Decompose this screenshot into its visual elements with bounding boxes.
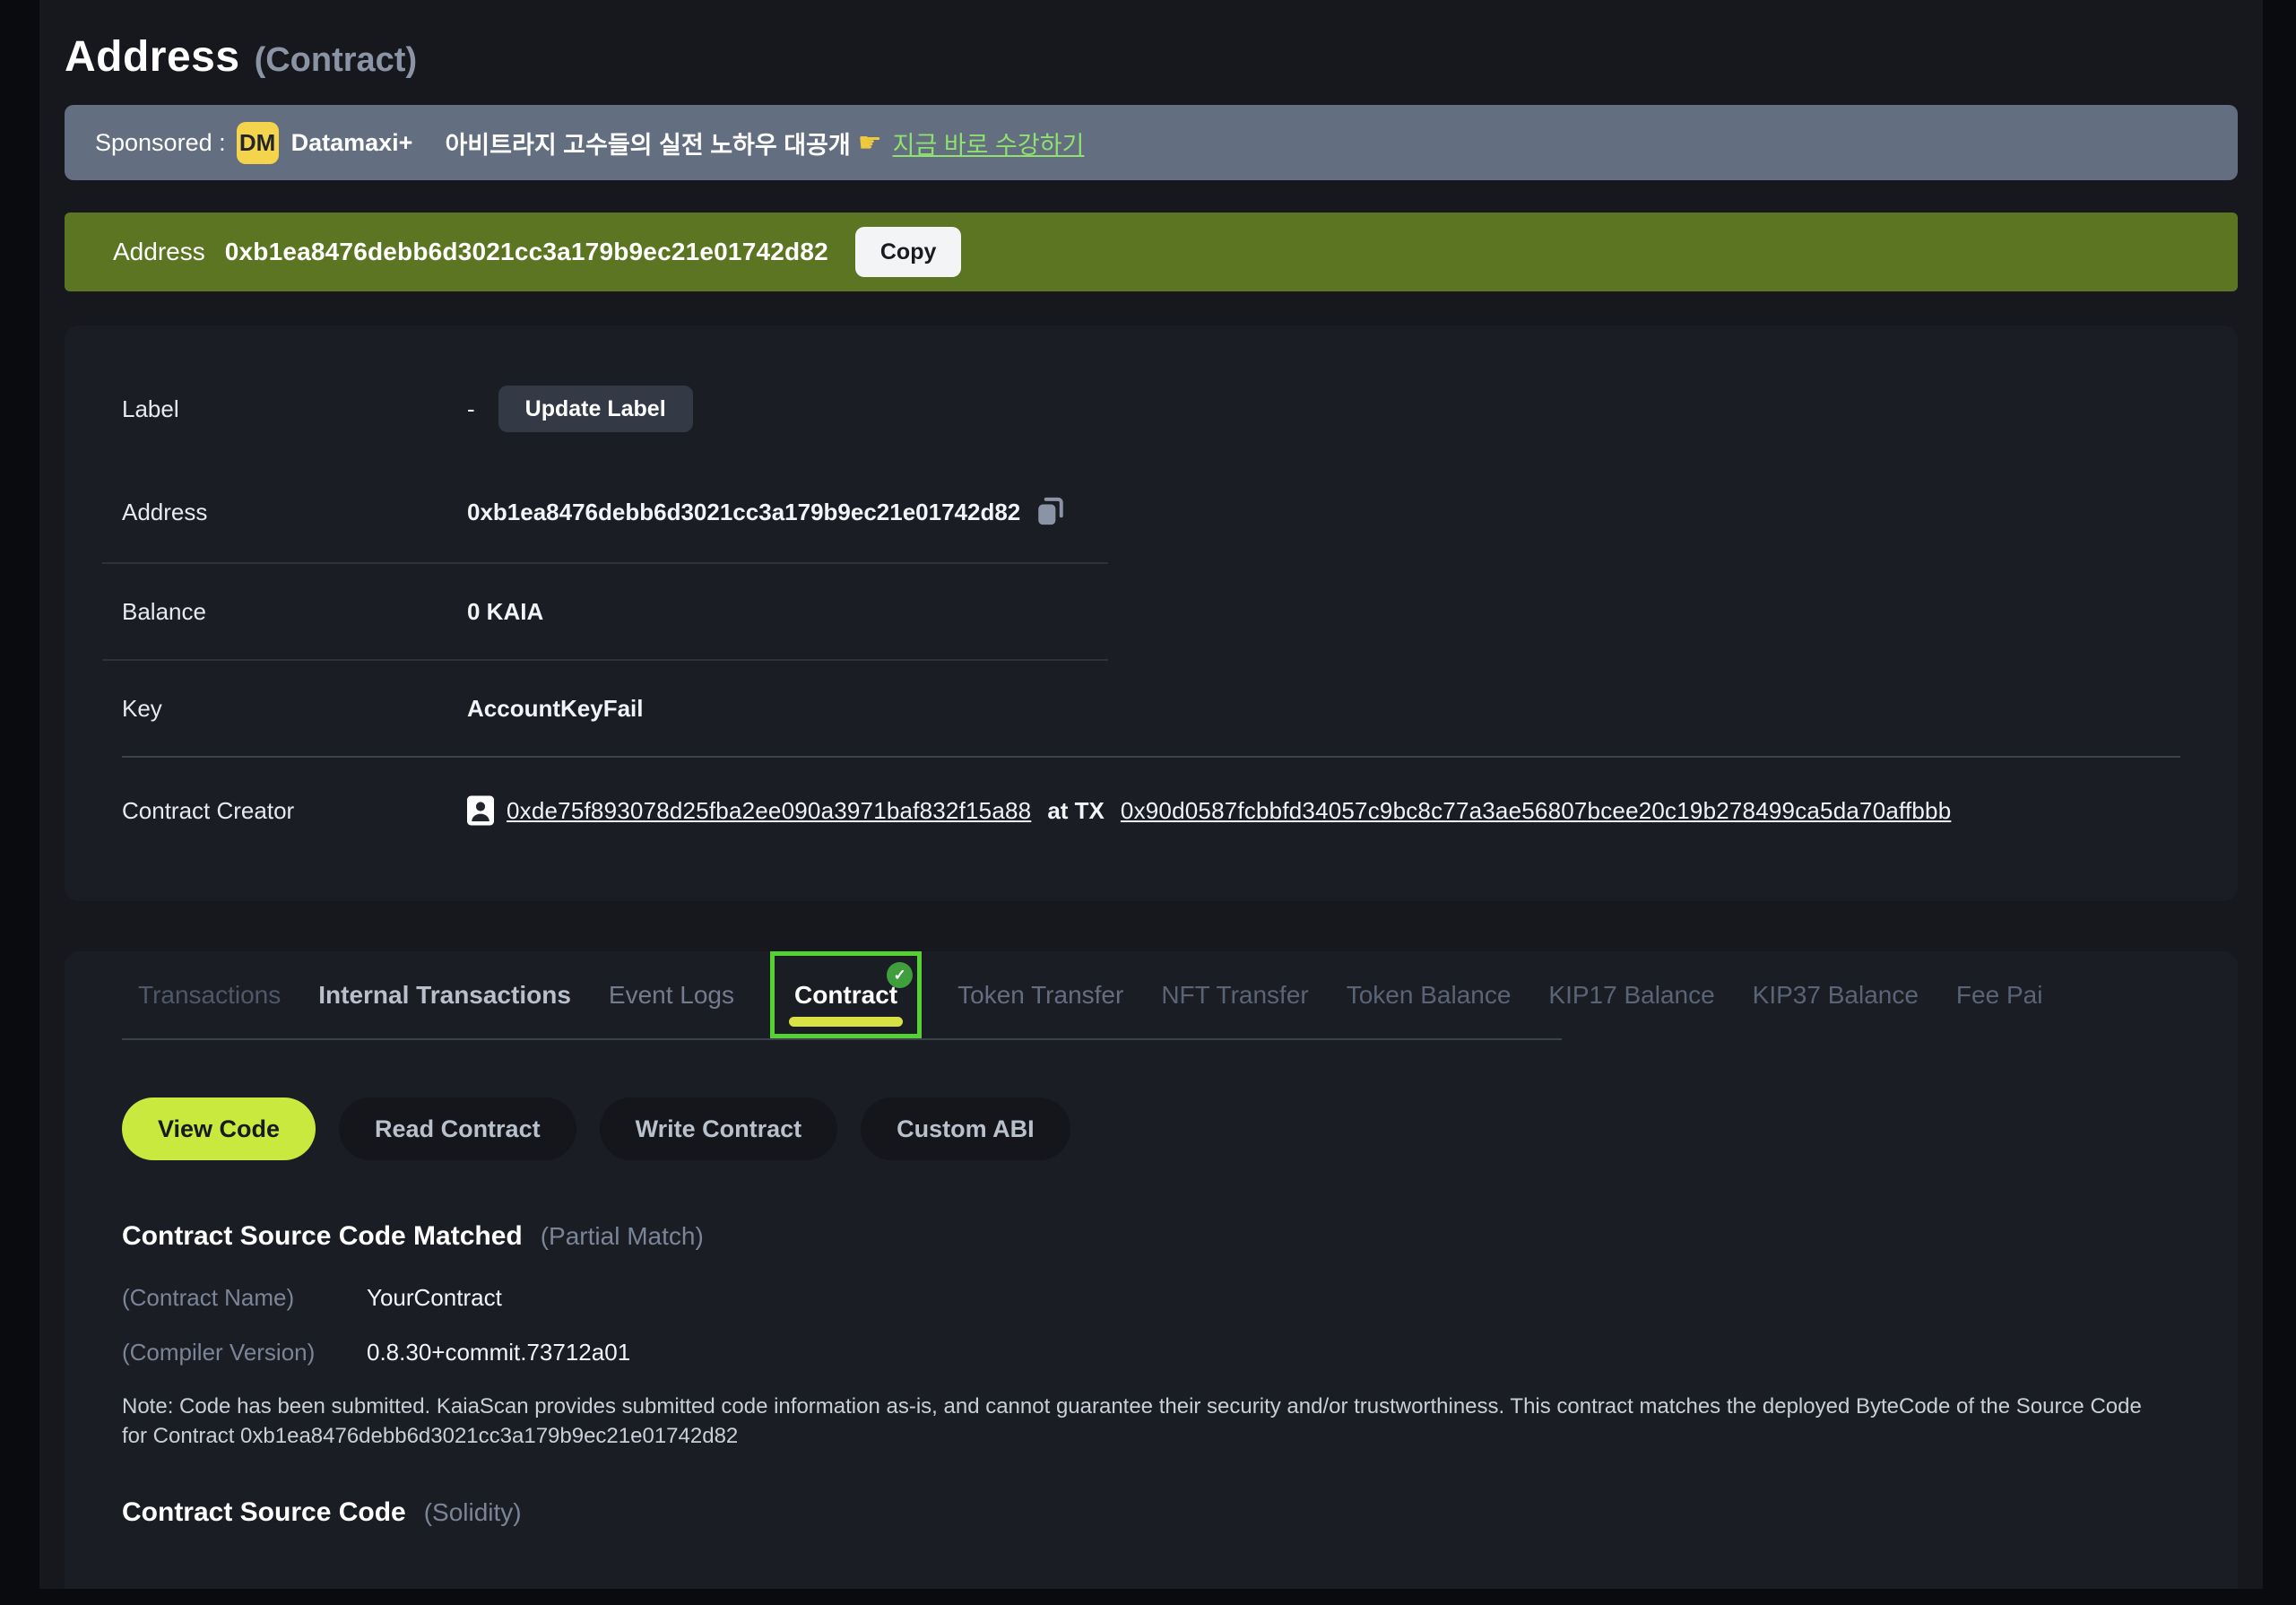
sponsored-label: Sponsored : [95, 129, 226, 157]
address-row-value: 0xb1ea8476debb6d3021cc3a179b9ec21e01742d… [467, 499, 1020, 526]
tab-token-balance[interactable]: Token Balance [1347, 951, 1512, 1038]
pointing-hand-icon: ☛ [858, 127, 882, 159]
view-code-button[interactable]: View Code [122, 1097, 316, 1160]
tab-event-logs[interactable]: Event Logs [609, 951, 734, 1038]
compiler-version-value: 0.8.30+commit.73712a01 [367, 1339, 630, 1366]
sponsored-brand: Datamaxi+ [291, 129, 413, 157]
contract-action-buttons: View Code Read Contract Write Contract C… [122, 1097, 2180, 1160]
tab-nft-transfer[interactable]: NFT Transfer [1161, 951, 1308, 1038]
tab-contract-label: Contract [794, 981, 897, 1010]
page-title: Address [65, 32, 240, 82]
contract-name-row: (Contract Name) YourContract [122, 1284, 2180, 1312]
tab-fee-paid[interactable]: Fee Pai [1956, 951, 2043, 1038]
at-tx-label: at TX [1047, 797, 1105, 825]
balance-row-value: 0 KAIA [467, 598, 543, 626]
key-row: Key AccountKeyFail [122, 661, 2180, 756]
compiler-version-row: (Compiler Version) 0.8.30+commit.73712a0… [122, 1339, 2180, 1366]
label-row-title: Label [122, 395, 467, 423]
source-matched-heading: Contract Source Code Matched (Partial Ma… [122, 1221, 2180, 1252]
verified-check-icon: ✓ [887, 962, 913, 988]
custom-abi-button[interactable]: Custom ABI [861, 1097, 1070, 1160]
sponsored-link[interactable]: 지금 바로 수강하기 [893, 126, 1085, 160]
page-content: Address (Contract) Sponsored : DM Datama… [39, 0, 2263, 1589]
address-row: Address 0xb1ea8476debb6d3021cc3a179b9ec2… [122, 462, 2180, 562]
tab-kip37-balance[interactable]: KIP37 Balance [1753, 951, 1919, 1038]
tab-transactions[interactable]: Transactions [138, 951, 281, 1038]
source-code-language: (Solidity) [424, 1498, 522, 1527]
page-title-suffix: (Contract) [255, 41, 418, 80]
address-bar-value: 0xb1ea8476debb6d3021cc3a179b9ec21e01742d… [225, 238, 828, 266]
contract-name-label: (Contract Name) [122, 1284, 367, 1312]
contract-tabs-card: Transactions Internal Transactions Event… [65, 951, 2238, 1589]
balance-row-title: Balance [122, 598, 467, 626]
key-row-title: Key [122, 695, 467, 723]
tab-token-transfer[interactable]: Token Transfer [957, 951, 1123, 1038]
write-contract-button[interactable]: Write Contract [600, 1097, 838, 1160]
active-tab-underline [789, 1017, 903, 1027]
page-header: Address (Contract) [65, 0, 2238, 82]
submission-note: Note: Code has been submitted. KaiaScan … [122, 1392, 2170, 1451]
tab-contract[interactable]: Contract ✓ [770, 951, 922, 1038]
address-bar-label: Address [113, 238, 205, 266]
source-matched-title: Contract Source Code Matched [122, 1221, 523, 1252]
tab-kip17-balance[interactable]: KIP17 Balance [1548, 951, 1714, 1038]
copy-address-button[interactable]: Copy [855, 227, 962, 277]
creator-address-link[interactable]: 0xde75f893078d25fba2ee090a3971baf832f15a… [507, 797, 1031, 825]
tab-bar-divider [122, 1038, 1562, 1040]
label-row-value: - [467, 395, 475, 423]
partial-match-label: (Partial Match) [541, 1222, 704, 1251]
read-contract-button[interactable]: Read Contract [339, 1097, 576, 1160]
datamaxi-logo-icon: DM [237, 122, 279, 164]
contract-creator-row: Contract Creator 0xde75f893078d25fba2ee0… [122, 758, 2180, 863]
tab-internal-transactions[interactable]: Internal Transactions [318, 951, 571, 1038]
address-info-card: Label - Update Label Address 0xb1ea8476d… [65, 325, 2238, 901]
compiler-version-label: (Compiler Version) [122, 1339, 367, 1366]
contract-name-value: YourContract [367, 1284, 502, 1312]
label-row: Label - Update Label [122, 356, 2180, 462]
source-code-heading: Contract Source Code (Solidity) [122, 1497, 2180, 1528]
creator-tx-link[interactable]: 0x90d0587fcbbfd34057c9bc8c77a3ae56807bce… [1121, 797, 1951, 825]
address-row-title: Address [122, 499, 467, 526]
update-label-button[interactable]: Update Label [498, 386, 693, 432]
source-code-title: Contract Source Code [122, 1497, 406, 1528]
key-row-value: AccountKeyFail [467, 695, 644, 723]
balance-row: Balance 0 KAIA [122, 564, 2180, 659]
account-person-icon [467, 795, 494, 826]
copy-icon[interactable] [1035, 495, 1065, 529]
sponsored-banner: Sponsored : DM Datamaxi+ 아비트라지 고수들의 실전 노… [65, 105, 2238, 180]
address-highlight-bar: Address 0xb1ea8476debb6d3021cc3a179b9ec2… [65, 213, 2238, 291]
sponsored-message: 아비트라지 고수들의 실전 노하우 대공개 [445, 126, 850, 160]
creator-row-title: Contract Creator [122, 797, 467, 825]
tab-bar: Transactions Internal Transactions Event… [138, 951, 2180, 1038]
